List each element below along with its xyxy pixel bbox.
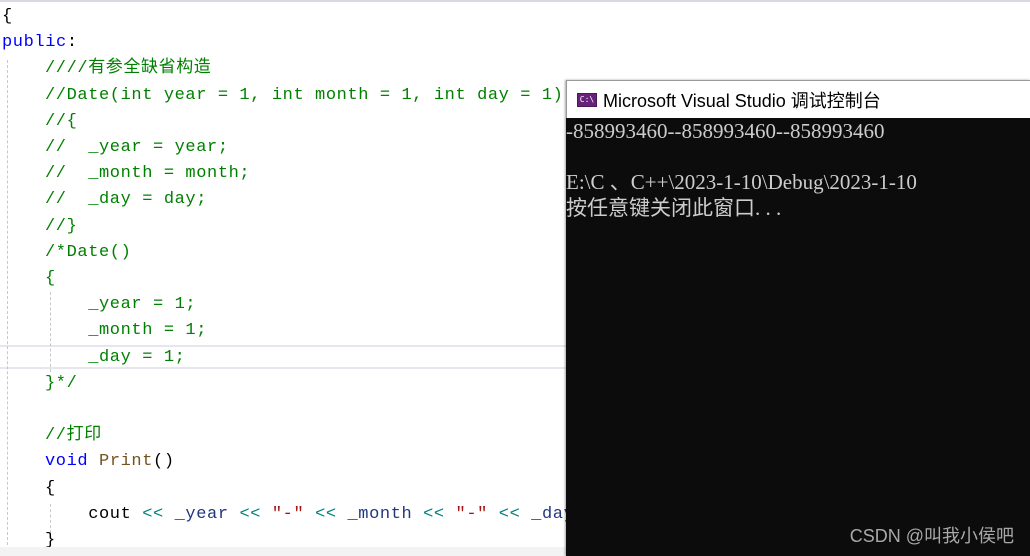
code-token: "-" [271, 504, 305, 524]
code-line[interactable]: { [45, 473, 56, 499]
code-line[interactable]: }*/ [45, 368, 77, 394]
code-line[interactable]: public: [2, 27, 78, 53]
code-token: << [423, 504, 445, 524]
console-title: Microsoft Visual Studio 调试控制台 [603, 90, 881, 111]
code-line[interactable]: // _month = month; [45, 158, 250, 184]
code-line[interactable]: { [2, 1, 13, 27]
console-title-bar[interactable]: C:\ Microsoft Visual Studio 调试控制台 [566, 80, 1030, 118]
code-token: _year [163, 504, 240, 524]
code-line[interactable]: //} [45, 211, 77, 237]
code-token: // _month = month; [45, 164, 251, 184]
code-line[interactable]: _year = 1; [45, 289, 196, 315]
code-token: { [45, 478, 56, 498]
code-token: //} [45, 216, 78, 236]
code-line[interactable]: cout << _year << "-" << _month << "-" <<… [45, 499, 574, 525]
code-token: : [66, 33, 78, 53]
console-output: -858993460--858993460--858993460 E:\C 、C… [566, 118, 1030, 556]
editor-top-border [0, 0, 1030, 2]
code-token: << [498, 504, 521, 524]
code-token: _day = 1; [45, 347, 186, 367]
code-token: "-" [455, 504, 488, 524]
code-token: _month = 1; [45, 321, 208, 341]
console-app-icon: C:\ [577, 92, 597, 107]
csdn-watermark: CSDN @叫我小侯吧 [849, 526, 1014, 546]
code-token: ////有参全缺省构造 [45, 59, 212, 79]
indent-guide [7, 60, 8, 550]
code-line[interactable]: void Print() [45, 446, 175, 472]
console-output-line: -858993460--858993460--858993460 [566, 119, 885, 143]
code-token: // _year = year; [45, 138, 229, 157]
code-line[interactable]: //打印 [45, 420, 102, 446]
code-token: << [239, 504, 262, 524]
code-token: //{ [45, 111, 78, 131]
debug-console-window[interactable]: C:\ Microsoft Visual Studio 调试控制台 -85899… [566, 80, 1030, 556]
code-line[interactable]: /*Date() [45, 237, 131, 263]
code-token: public [2, 33, 67, 53]
code-line[interactable]: _month = 1; [45, 315, 207, 341]
console-output-line: 按任意键关闭此窗口. . . [566, 196, 782, 220]
code-token: << [142, 504, 164, 524]
code-token: /*Date() [45, 242, 132, 262]
code-token: _month [336, 504, 424, 524]
code-line[interactable]: // _year = year; [45, 132, 229, 158]
code-token: }*/ [45, 373, 78, 393]
code-token: cout [45, 504, 143, 524]
code-line[interactable]: { [45, 263, 56, 289]
code-line[interactable]: //{ [45, 106, 77, 132]
code-token: void [45, 452, 89, 472]
code-token: << [315, 504, 337, 524]
console-output-line: E:\C 、C++\2023-1-10\Debug\2023-1-10 [566, 170, 917, 194]
code-token: //Date(int year = 1, int month = 1, int … [45, 85, 564, 105]
code-token: () [153, 452, 175, 472]
code-token: Print [99, 452, 154, 472]
code-line[interactable]: //Date(int year = 1, int month = 1, int … [45, 80, 563, 106]
code-line[interactable]: ////有参全缺省构造 [45, 53, 211, 79]
code-token: { [2, 7, 13, 26]
code-token: { [45, 269, 56, 288]
code-token: _year = 1; [45, 295, 197, 315]
code-token: //打印 [45, 426, 102, 446]
code-line[interactable]: _day = 1; [45, 342, 185, 368]
code-token: // _day = day; [45, 190, 208, 210]
code-line[interactable]: // _day = day; [45, 184, 207, 210]
